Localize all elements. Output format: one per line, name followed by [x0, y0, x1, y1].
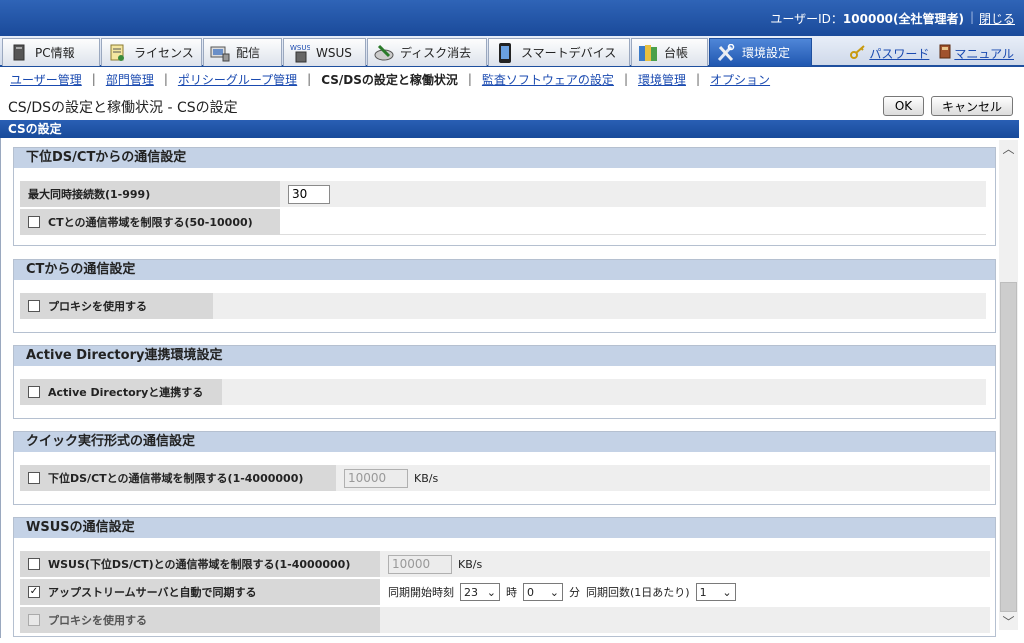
ok-button[interactable]: OK: [883, 96, 924, 116]
book-icon: [939, 44, 951, 62]
tab-delivery[interactable]: 配信: [203, 38, 282, 66]
wsus-proxy-checkbox[interactable]: [28, 614, 40, 626]
wsus-bandwidth-checkbox[interactable]: [28, 558, 40, 570]
close-link[interactable]: 閉じる: [979, 10, 1015, 27]
tab-disk-erase[interactable]: ディスク消去: [367, 38, 487, 66]
scroll-up-icon[interactable]: ︿: [999, 140, 1018, 157]
license-icon: [108, 43, 128, 63]
settings-panel: 下位DS/CTからの通信設定 最大同時接続数(1-999) CTとの通信帯域を制…: [0, 138, 1019, 638]
key-icon: [850, 44, 866, 62]
tools-icon: [716, 43, 736, 63]
password-link[interactable]: パスワード: [850, 44, 929, 62]
max-connections-input[interactable]: [288, 184, 330, 204]
row-ct-bandwidth: CTとの通信帯域を制限する(50-10000): [20, 209, 986, 235]
vertical-scrollbar[interactable]: ︿ ﹀: [999, 140, 1018, 630]
quick-bandwidth-input[interactable]: [344, 468, 408, 488]
chevron-down-icon: ⌄: [549, 585, 559, 599]
row-wsus-sync: ✓ アップストリームサーバと自動で同期する 同期開始時刻 23 ⌄ 時 0 ⌄ 分 …: [20, 579, 990, 605]
row-quick-bandwidth: 下位DS/CTとの通信帯域を制限する(1-4000000) KB/s: [20, 465, 990, 491]
tab-ledger[interactable]: 台帳: [631, 38, 708, 66]
header-separator: |: [969, 10, 974, 24]
subnav-environment[interactable]: 環境管理: [638, 71, 686, 88]
utility-links: パスワード マニュアル: [850, 44, 1014, 62]
row-wsus-bandwidth: WSUS(下位DS/CT)との通信帯域を制限する(1-4000000) KB/s: [20, 551, 990, 577]
group-title: クイック実行形式の通信設定: [14, 432, 995, 452]
tab-license[interactable]: ライセンス: [101, 38, 202, 66]
cancel-button[interactable]: キャンセル: [931, 96, 1013, 116]
group-title: CTからの通信設定: [14, 260, 995, 280]
tab-wsus[interactable]: WSUS WSUS: [283, 38, 366, 66]
subnav-department-management[interactable]: 部門管理: [106, 71, 154, 88]
group-wsus-comm: WSUSの通信設定 WSUS(下位DS/CT)との通信帯域を制限する(1-400…: [13, 517, 996, 637]
group-title: Active Directory連携環境設定: [14, 346, 995, 366]
section-header: CSの設定: [0, 120, 1019, 138]
ad-link-checkbox[interactable]: [28, 386, 40, 398]
subnav-csds-current: CS/DSの設定と稼働状況: [321, 72, 458, 87]
group-title: 下位DS/CTからの通信設定: [14, 148, 995, 168]
row-wsus-proxy: プロキシを使用する: [20, 607, 990, 633]
subnav-user-management[interactable]: ユーザー管理: [10, 71, 82, 88]
row-ad-link: Active Directoryと連携する: [20, 379, 986, 405]
tab-settings[interactable]: 環境設定: [709, 38, 812, 66]
manual-link[interactable]: マニュアル: [939, 44, 1014, 62]
group-quick-exec: クイック実行形式の通信設定 下位DS/CTとの通信帯域を制限する(1-40000…: [13, 431, 996, 505]
quick-bandwidth-checkbox[interactable]: [28, 472, 40, 484]
tab-smart-device[interactable]: スマートデバイス: [488, 38, 630, 66]
sub-navigation: ユーザー管理 | 部門管理 | ポリシーグループ管理 | CS/DSの設定と稼働…: [10, 71, 771, 88]
sync-count-select[interactable]: 1 ⌄: [695, 583, 736, 601]
subnav-audit-software[interactable]: 監査ソフトウェアの設定: [482, 71, 614, 88]
main-tab-bar: PC情報 ライセンス 配信 WSUS WSUS ディスク消去 スマートデバイス …: [0, 36, 1024, 67]
row-ct-proxy: プロキシを使用する: [20, 293, 986, 319]
ct-proxy-checkbox[interactable]: [28, 300, 40, 312]
scroll-thumb[interactable]: [1000, 282, 1017, 612]
pc-icon: [9, 43, 29, 63]
user-id: ユーザーID：100000(全社管理者): [770, 12, 964, 26]
wsus-icon: WSUS: [290, 43, 310, 63]
subnav-options[interactable]: オプション: [710, 71, 770, 88]
scroll-down-icon[interactable]: ﹀: [999, 613, 1018, 630]
group-active-directory: Active Directory連携環境設定 Active Directoryと…: [13, 345, 996, 419]
group-lower-comm: 下位DS/CTからの通信設定 最大同時接続数(1-999) CTとの通信帯域を制…: [13, 147, 996, 246]
ledger-icon: [638, 43, 658, 63]
row-max-connections: 最大同時接続数(1-999): [20, 181, 986, 207]
sync-hour-select[interactable]: 23 ⌄: [460, 583, 500, 601]
disk-erase-icon: [374, 43, 394, 63]
subnav-policy-group[interactable]: ポリシーグループ管理: [178, 71, 297, 88]
sync-minute-select[interactable]: 0 ⌄: [523, 583, 563, 601]
delivery-icon: [210, 43, 230, 63]
wsus-sync-checkbox[interactable]: ✓: [28, 586, 40, 598]
group-ct-comm: CTからの通信設定 プロキシを使用する: [13, 259, 996, 333]
top-header: ユーザーID：100000(全社管理者) | 閉じる: [0, 0, 1024, 36]
group-title: WSUSの通信設定: [14, 518, 995, 538]
svg-text:WSUS: WSUS: [290, 44, 310, 52]
wsus-bandwidth-input[interactable]: [388, 554, 452, 574]
tab-pc-info[interactable]: PC情報: [2, 38, 100, 66]
ct-bandwidth-checkbox[interactable]: [28, 216, 40, 228]
smartphone-icon: [495, 42, 515, 63]
chevron-down-icon: ⌄: [486, 585, 496, 599]
chevron-down-icon: ⌄: [722, 585, 732, 599]
page-title: CS/DSの設定と稼働状況 - CSの設定: [8, 100, 238, 116]
